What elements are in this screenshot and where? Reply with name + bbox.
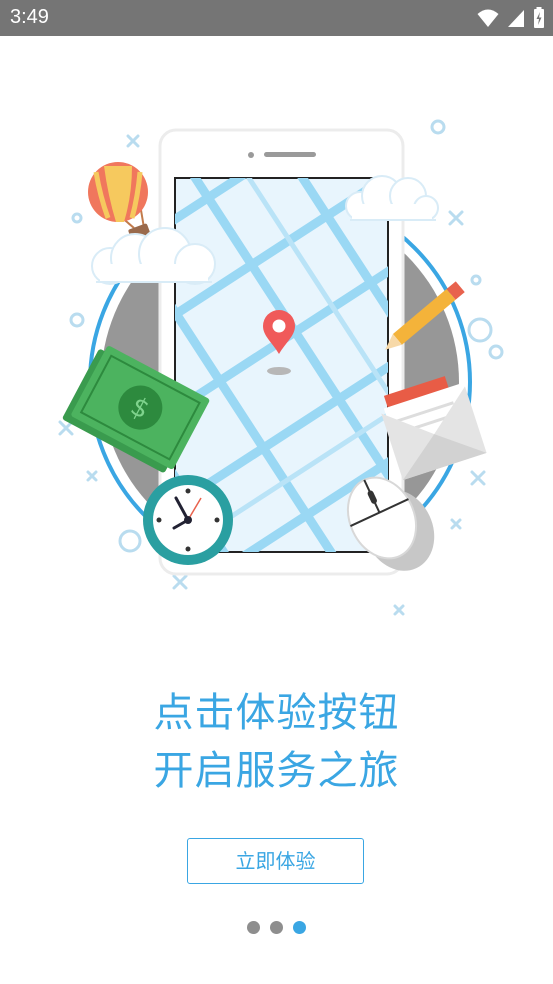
clock-icon bbox=[143, 475, 233, 565]
headline-line-2: 开启服务之旅 bbox=[153, 748, 400, 794]
onboarding-illustration: $ bbox=[58, 119, 504, 616]
page-dot-2[interactable] bbox=[270, 921, 283, 934]
hot-air-balloon-icon bbox=[88, 162, 152, 245]
status-time: 3:49 bbox=[10, 6, 49, 28]
battery-icon bbox=[534, 7, 544, 28]
signal-icon bbox=[508, 10, 524, 27]
page-dot-3[interactable] bbox=[293, 921, 306, 934]
headline-line-1: 点击体验按钮 bbox=[153, 690, 400, 736]
page-dot-1[interactable] bbox=[247, 921, 260, 934]
status-bar: 3:49 bbox=[0, 0, 553, 36]
start-experience-button[interactable]: 立即体验 bbox=[187, 838, 364, 884]
wifi-icon bbox=[477, 9, 499, 27]
page-indicator bbox=[0, 921, 553, 934]
status-icons bbox=[477, 7, 545, 29]
